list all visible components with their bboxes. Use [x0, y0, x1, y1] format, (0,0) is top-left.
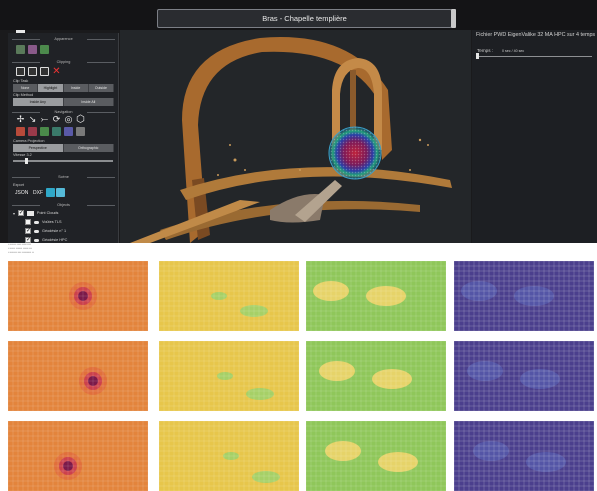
- potree-viewer: Bras - Chapelle templière Apparence Clip…: [0, 0, 597, 243]
- scene-title-select[interactable]: Bras - Chapelle templière: [157, 9, 452, 28]
- clip-polygon-icon[interactable]: [28, 67, 37, 76]
- camera-projection-label: Camera Projection: [13, 139, 45, 143]
- orbit-controls-icon[interactable]: ⟳: [52, 115, 61, 124]
- pointcloud-icon: [34, 220, 39, 224]
- speed-label: Vitesse 3.2: [13, 153, 32, 157]
- heatmap-panel: [454, 421, 594, 491]
- clip-task-selector: None Highlight Inside Outside: [13, 84, 114, 92]
- export-scene-icon[interactable]: [56, 188, 65, 197]
- view-back-icon[interactable]: [52, 127, 61, 136]
- title-dropdown-arrow-icon[interactable]: [451, 9, 456, 28]
- clip-task-label: Clip Task: [13, 79, 29, 83]
- clip-task-option[interactable]: Highlight: [38, 84, 64, 92]
- tree-item-label: Voûtes TLS: [42, 220, 62, 224]
- fly-controls-icon[interactable]: ↘: [28, 115, 37, 124]
- speed-slider[interactable]: [13, 160, 113, 162]
- pointcloud-icon: [34, 238, 39, 242]
- caption-line: ▪ ▪▪▪▪▪▪▪▪ ▪▪▪▪ ▪▪▪▪▪▪▪▪▪▪ ▪▪: [8, 251, 34, 254]
- simulation-heatmap-grid: [0, 257, 597, 491]
- time-value: 0 sec / 40 sec: [502, 49, 525, 53]
- heatmap-panel: [159, 341, 299, 411]
- clip-method-label: Clip Method: [13, 93, 34, 97]
- tree-item[interactable]: Géodésie n° 1: [25, 227, 66, 235]
- tree-item-label: Géodésie HPC: [42, 238, 68, 242]
- pointcloud-icon: [34, 229, 39, 233]
- view-right-icon[interactable]: [28, 127, 37, 136]
- heatmap-panel: [306, 341, 446, 411]
- heatmap-panel: [454, 261, 594, 331]
- export-image-icon[interactable]: [46, 188, 55, 197]
- tree-root-label: Point Clouds: [36, 211, 59, 215]
- point-budget-icon[interactable]: [16, 45, 25, 54]
- clip-method-option[interactable]: Inside Any: [13, 98, 64, 106]
- focus-icon[interactable]: ◎: [64, 115, 73, 124]
- tree-checkbox[interactable]: [25, 219, 31, 225]
- projection-option[interactable]: Perspective: [13, 144, 64, 152]
- heatmap-panel: [159, 421, 299, 491]
- heatmap-panel: [8, 261, 148, 331]
- pointcloud-3d-view[interactable]: [120, 30, 471, 243]
- clip-method-selector: Inside Any Inside All: [13, 98, 114, 106]
- time-slider-knob[interactable]: [476, 53, 479, 59]
- folder-icon: [26, 210, 34, 216]
- earth-controls-icon[interactable]: ✢: [16, 115, 25, 124]
- tree-item-label: Géodésie n° 1: [42, 229, 67, 233]
- clip-task-option[interactable]: Outside: [89, 84, 114, 92]
- heatmap-panel: [8, 341, 148, 411]
- sidebar: Apparence Clipping ✕ Clip Task None High…: [8, 33, 119, 243]
- export-dxf-button[interactable]: DXF: [33, 190, 43, 196]
- tree-collapse-icon[interactable]: ▾: [13, 211, 15, 216]
- heatmap-panel: [8, 421, 148, 491]
- view-bottom-icon[interactable]: [76, 127, 85, 136]
- clip-method-option[interactable]: Inside All: [64, 98, 114, 106]
- projection-selector: Perspective Orthographic: [13, 144, 114, 152]
- speed-slider-knob[interactable]: [25, 158, 28, 164]
- projection-option[interactable]: Orthographic: [64, 144, 114, 152]
- caption-lines: ▪ ▪▪▪▪▪▪▪ ▪▪▪▪▪ ▪▪▪▪▪ ▪▪▪▪ ▪ ▪▪▪▪▪▪ ▪▪▪▪…: [8, 243, 308, 255]
- time-slider[interactable]: [477, 56, 592, 57]
- section-scene: Scène: [8, 173, 119, 181]
- file-heading: Fichier PWD EigenValike 32 MA HPC sur 4 …: [476, 32, 596, 38]
- heatmap-panel: [159, 261, 299, 331]
- heatmap-panel: [306, 421, 446, 491]
- section-clipping: Clipping: [8, 58, 119, 66]
- helicopter-icon[interactable]: ⤚: [40, 115, 49, 124]
- clip-screen-icon[interactable]: [40, 67, 49, 76]
- view-left-icon[interactable]: [16, 127, 25, 136]
- export-label: Export: [13, 183, 24, 187]
- chapel-pointcloud-render: [130, 37, 452, 243]
- info-panel: Fichier PWD EigenValike 32 MA HPC sur 4 …: [472, 30, 597, 243]
- speed-value: 3.2: [26, 153, 32, 157]
- tree-checkbox[interactable]: [25, 227, 31, 234]
- speed-label-text: Vitesse: [13, 153, 26, 157]
- tree-item[interactable]: Voûtes TLS: [25, 218, 62, 226]
- heatmap-panel: [454, 341, 594, 411]
- tree-root-pointclouds[interactable]: ▾ Point Clouds: [13, 209, 58, 217]
- view-top-icon[interactable]: [64, 127, 73, 136]
- tree-checkbox[interactable]: [17, 209, 24, 216]
- cube-view-icon[interactable]: ⬡: [76, 115, 85, 125]
- section-appearance: Apparence: [8, 35, 119, 43]
- time-label: Temps :: [477, 48, 494, 53]
- section-objects: Objects: [8, 201, 119, 209]
- background-icon[interactable]: [40, 45, 49, 54]
- clip-task-option[interactable]: None: [13, 84, 39, 92]
- edl-icon[interactable]: [28, 45, 37, 54]
- heatmap-panel: [306, 261, 446, 331]
- view-front-icon[interactable]: [40, 127, 49, 136]
- clip-volume-icon[interactable]: [16, 67, 25, 76]
- export-json-button[interactable]: JSON: [15, 190, 28, 196]
- clip-task-option[interactable]: Inside: [64, 84, 89, 92]
- remove-clip-icon[interactable]: ✕: [52, 67, 61, 77]
